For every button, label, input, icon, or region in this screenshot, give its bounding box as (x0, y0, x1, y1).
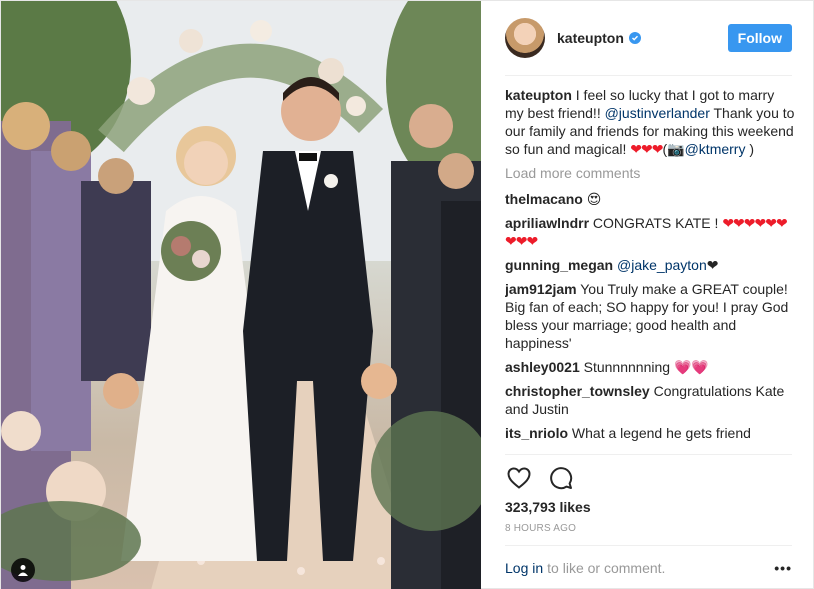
comment-username[interactable]: ashley0021 (505, 359, 580, 375)
caption-text-4: ) (745, 141, 755, 157)
comment-username[interactable]: thelmacano (505, 191, 583, 207)
comment-heart: ❤ (706, 257, 719, 273)
comment-item: gunning_megan @jake_payton❤ (505, 256, 795, 274)
comment-hearts: 💗💗 (673, 359, 709, 375)
verified-icon (628, 32, 641, 44)
login-prompt-text: to like or comment. (547, 560, 666, 576)
instagram-post: kateupton Follow kateupton I feel so luc… (0, 0, 814, 589)
caption-text-3: (📷 (662, 141, 685, 157)
more-options-icon[interactable]: ••• (774, 560, 792, 576)
comment-username[interactable]: gunning_megan (505, 257, 613, 273)
comment-item: apriliawlndrr CONGRATS KATE ! ❤❤❤❤❤❤❤❤❤ (505, 214, 795, 250)
caption-mention-justin[interactable]: @justinverlander (605, 105, 710, 121)
comment-item: ashley0021 Stunnnnnning 💗💗 (505, 358, 795, 376)
comment-text: Stunnnnnning (583, 359, 674, 375)
caption: kateupton I feel so lucky that I got to … (505, 86, 795, 158)
load-more-comments-link[interactable]: Load more comments (505, 164, 795, 182)
comment-item: jam912jam You Truly make a GREAT couple!… (505, 280, 795, 352)
post-photo[interactable] (1, 1, 481, 589)
wedding-photo-illustration (1, 1, 481, 589)
header-username[interactable]: kateupton (557, 30, 624, 46)
comment-mention[interactable]: @jake_payton (617, 257, 707, 273)
follow-button[interactable]: Follow (727, 24, 792, 52)
post-footer: Log in to like or comment. ••• (505, 545, 792, 589)
avatar[interactable] (505, 18, 545, 58)
caption-username[interactable]: kateupton (505, 87, 572, 103)
heart-icon[interactable] (505, 464, 533, 492)
comments-list[interactable]: kateupton I feel so lucky that I got to … (505, 86, 795, 454)
comment-username[interactable]: christopher_townsley (505, 383, 650, 399)
comment-text: What a legend he gets friend (571, 425, 751, 441)
caption-hearts: ❤❤❤ (630, 141, 663, 157)
likes-count[interactable]: 323,793 likes (505, 499, 792, 515)
post-timestamp[interactable]: 8 HOURS AGO (505, 523, 792, 534)
post-side-panel: kateupton Follow kateupton I feel so luc… (481, 1, 814, 589)
comment-item: christopher_townsley Congratulations Kat… (505, 382, 795, 418)
action-bar (505, 455, 792, 495)
post-header: kateupton Follow (505, 1, 792, 76)
user-tag-icon[interactable] (11, 558, 35, 582)
comment-item: its_nriolo What a legend he gets friend (505, 424, 795, 442)
comment-username[interactable]: jam912jam (505, 281, 577, 297)
login-link[interactable]: Log in (505, 560, 543, 576)
comment-item: thelmacano 😍 (505, 190, 795, 208)
caption-mention-ktmerry[interactable]: @ktmerry (685, 141, 746, 157)
comment-emoji: 😍 (586, 191, 602, 207)
post-actions-area: 323,793 likes 8 HOURS AGO (505, 454, 792, 543)
comment-username[interactable]: apriliawlndrr (505, 215, 589, 231)
comment-icon[interactable] (547, 464, 575, 492)
comment-text: CONGRATS KATE ! (592, 215, 723, 231)
comment-username[interactable]: its_nriolo (505, 425, 568, 441)
